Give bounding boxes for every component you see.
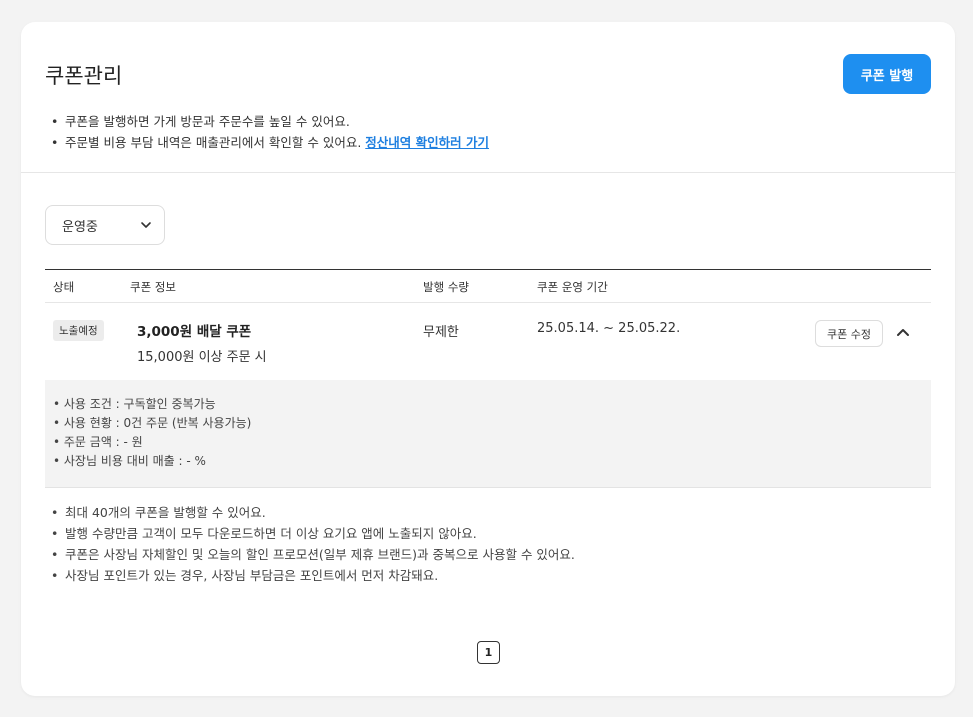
detail-item: • 사용 조건 : 구독할인 중복가능 — [53, 397, 216, 411]
header-info: 쿠폰 정보 — [130, 280, 176, 294]
header-period: 쿠폰 운영 기간 — [537, 280, 608, 294]
coupon-details: • 사용 조건 : 구독할인 중복가능 • 사용 현황 : 0건 주문 (반복 … — [45, 380, 931, 488]
top-notes: 쿠폰을 발행하면 가게 방문과 주문수를 높일 수 있어요. 주문별 비용 부담… — [51, 111, 489, 153]
top-note-text: 쿠폰을 발행하면 가게 방문과 주문수를 높일 수 있어요. — [65, 114, 350, 129]
section-divider — [21, 172, 955, 173]
bottom-note-item: 발행 수량만큼 고객이 모두 다운로드하면 더 이상 요기요 앱에 노출되지 않… — [51, 523, 575, 544]
issue-quantity: 무제한 — [423, 325, 459, 340]
coupon-condition: 15,000원 이상 주문 시 — [137, 350, 267, 365]
detail-item: • 사용 현황 : 0건 주문 (반복 사용가능) — [53, 416, 252, 430]
top-note-item: 주문별 비용 부담 내역은 매출관리에서 확인할 수 있어요. 정산내역 확인하… — [51, 132, 489, 153]
detail-item: • 사장님 비용 대비 매출 : - % — [53, 454, 206, 468]
header-qty: 발행 수량 — [423, 280, 469, 294]
header-status: 상태 — [53, 280, 75, 294]
detail-item: • 주문 금액 : - 원 — [53, 435, 143, 449]
chevron-up-icon[interactable] — [895, 324, 911, 340]
edit-coupon-button[interactable]: 쿠폰 수정 — [815, 320, 883, 347]
bottom-note-item: 쿠폰은 사장님 자체할인 및 오늘의 할인 프로모션(일부 제휴 브랜드)과 중… — [51, 544, 575, 565]
status-badge: 노출예정 — [53, 320, 104, 341]
issue-coupon-button[interactable]: 쿠폰 발행 — [843, 54, 931, 94]
top-note-item: 쿠폰을 발행하면 가게 방문과 주문수를 높일 수 있어요. — [51, 111, 489, 132]
chevron-down-icon — [141, 222, 151, 228]
status-filter-value: 운영중 — [62, 219, 98, 235]
table-header: 상태 쿠폰 정보 발행 수량 쿠폰 운영 기간 — [45, 269, 931, 303]
page-title: 쿠폰관리 — [45, 64, 123, 88]
settlement-link[interactable]: 정산내역 확인하러 가기 — [365, 135, 489, 150]
operation-period: 25.05.14. ~ 25.05.22. — [537, 321, 681, 336]
table-row: 노출예정 3,000원 배달 쿠폰 15,000원 이상 주문 시 무제한 25… — [45, 303, 931, 380]
bottom-notes: 최대 40개의 쿠폰을 발행할 수 있어요. 발행 수량만큼 고객이 모두 다운… — [51, 502, 575, 586]
top-note-text: 주문별 비용 부담 내역은 매출관리에서 확인할 수 있어요. — [65, 135, 362, 150]
coupon-table: 상태 쿠폰 정보 발행 수량 쿠폰 운영 기간 노출예정 3,000원 배달 쿠… — [45, 269, 931, 488]
page-button[interactable]: 1 — [477, 641, 500, 664]
coupon-management-card: 쿠폰관리 쿠폰 발행 쿠폰을 발행하면 가게 방문과 주문수를 높일 수 있어요… — [21, 22, 955, 696]
bottom-note-item: 최대 40개의 쿠폰을 발행할 수 있어요. — [51, 502, 575, 523]
bottom-note-item: 사장님 포인트가 있는 경우, 사장님 부담금은 포인트에서 먼저 차감돼요. — [51, 565, 575, 586]
status-filter-select[interactable]: 운영중 — [45, 205, 165, 245]
coupon-name: 3,000원 배달 쿠폰 — [137, 324, 252, 340]
